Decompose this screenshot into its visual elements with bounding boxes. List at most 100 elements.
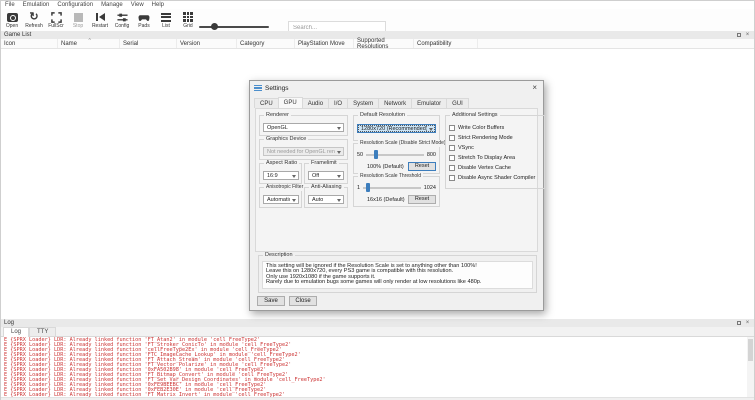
tab-gpu[interactable]: GPU: [278, 97, 303, 108]
tab-emulator[interactable]: Emulator: [411, 98, 447, 108]
close-button[interactable]: Close: [289, 296, 317, 306]
slider-thumb[interactable]: [366, 183, 370, 192]
list-view-button-label: List: [162, 24, 170, 29]
float-panel-icon[interactable]: [735, 32, 742, 38]
settings-dialog-title: Settings: [265, 85, 289, 92]
settings-window-icon: [254, 85, 262, 92]
close-panel-icon[interactable]: ×: [744, 320, 751, 326]
column-header-serial[interactable]: Serial: [120, 39, 177, 48]
open-button-label: Open: [6, 24, 18, 29]
tab-io[interactable]: I/O: [328, 98, 348, 108]
graphics-device-select: Not needed for OpenGL renderer: [263, 147, 344, 156]
checkbox-label: VSync: [458, 145, 474, 151]
menu-item[interactable]: Configuration: [53, 1, 97, 9]
tab-tty[interactable]: TTY: [29, 327, 56, 336]
threshold-max: 1024: [424, 185, 436, 191]
log-output[interactable]: E {SPRX Loader} LDR: Already linked func…: [1, 337, 747, 397]
list-icon: [161, 12, 171, 23]
anti-aliasing-select[interactable]: Auto: [308, 195, 344, 204]
tab-audio[interactable]: Audio: [302, 98, 329, 108]
additional-settings-checkboxes: Write Color Buffers Strict Rendering Mod…: [449, 123, 542, 183]
default-resolution-select[interactable]: 1280x720 (Recommended): [357, 124, 436, 133]
column-header-name[interactable]: ^ Name: [58, 39, 120, 48]
settings-dialog: Settings × CPU GPU Audio I/O System Netw…: [249, 80, 544, 311]
renderer-select[interactable]: OpenGL: [263, 123, 344, 132]
anisotropic-filter-select[interactable]: Automatic: [263, 195, 299, 204]
checkbox-unchecked[interactable]: [449, 125, 455, 131]
description-text: This setting will be ignored if the Reso…: [262, 261, 533, 289]
tab-log[interactable]: Log: [3, 327, 29, 337]
tab-cpu[interactable]: CPU: [254, 98, 279, 108]
list-view-button[interactable]: List: [155, 10, 177, 31]
renderer-group: Renderer OpenGL: [259, 115, 348, 136]
stop-icon: [74, 12, 83, 23]
fullscreen-button[interactable]: FullScr: [45, 10, 67, 31]
refresh-icon: ↻: [29, 12, 38, 23]
menu-item[interactable]: View: [127, 1, 148, 9]
close-icon[interactable]: ×: [530, 84, 539, 92]
checkbox-unchecked[interactable]: [449, 155, 455, 161]
checkbox-unchecked[interactable]: [449, 175, 455, 181]
tab-system[interactable]: System: [347, 98, 379, 108]
column-header-version[interactable]: Version: [177, 39, 237, 48]
checkbox-row[interactable]: Strict Rendering Mode: [449, 133, 542, 143]
column-header-supported-resolutions[interactable]: Supported Resolutions: [354, 39, 414, 48]
refresh-button[interactable]: ↻ Refresh: [23, 10, 45, 31]
resolution-scale-threshold-slider[interactable]: [363, 183, 421, 192]
slider-thumb[interactable]: [374, 150, 378, 159]
checkbox-unchecked[interactable]: [449, 165, 455, 171]
save-button[interactable]: Save: [257, 296, 285, 306]
menu-item[interactable]: Help: [148, 1, 168, 9]
stop-button[interactable]: Stop: [67, 10, 89, 31]
checkbox-unchecked[interactable]: [449, 135, 455, 141]
resolution-scale-reset-button[interactable]: Reset: [408, 162, 436, 171]
description-line: Rarely due to emulation bugs some games …: [266, 280, 529, 285]
checkbox-row[interactable]: Write Color Buffers: [449, 123, 542, 133]
menu-item[interactable]: Manage: [97, 1, 127, 9]
float-panel-icon[interactable]: [735, 320, 742, 326]
log-tab-bar: Log TTY: [1, 327, 754, 337]
column-header-compatibility[interactable]: Compatibility: [414, 39, 478, 48]
open-button[interactable]: Open: [1, 10, 23, 31]
pads-button[interactable]: Pads: [133, 10, 155, 31]
checkbox-row[interactable]: Disable Vertex Cache: [449, 163, 542, 173]
resolution-scale-slider[interactable]: [366, 150, 424, 159]
grid-view-button[interactable]: Grid: [177, 10, 199, 31]
anti-aliasing-group: Anti-Aliasing Auto: [304, 187, 348, 208]
open-icon: [7, 12, 18, 23]
tab-gui[interactable]: GUI: [446, 98, 469, 108]
column-header-category[interactable]: Category: [237, 39, 295, 48]
restart-button[interactable]: Restart: [89, 10, 111, 31]
scrollbar-thumb[interactable]: [748, 339, 753, 361]
aspect-ratio-select[interactable]: 16:9: [263, 171, 299, 180]
framelimit-select[interactable]: Off: [308, 171, 344, 180]
checkbox-unchecked[interactable]: [449, 145, 455, 151]
gamepad-icon: [138, 12, 150, 23]
log-scrollbar[interactable]: [747, 337, 754, 397]
checkbox-row[interactable]: Disable Async Shader Compiler: [449, 173, 542, 183]
menu-item[interactable]: Emulation: [19, 1, 54, 9]
game-list-column-headers: Icon ^ Name Serial Version Category Play…: [1, 39, 754, 49]
restart-button-label: Restart: [92, 24, 108, 29]
checkbox-label: Strict Rendering Mode: [458, 135, 513, 141]
config-button[interactable]: Config: [111, 10, 133, 31]
log-dock-header: Log ×: [1, 319, 754, 327]
tab-network[interactable]: Network: [378, 98, 412, 108]
settings-dialog-titlebar[interactable]: Settings ×: [250, 81, 543, 95]
chevron-down-icon: [337, 151, 341, 154]
threshold-value: 16x16 (Default): [367, 197, 405, 203]
icon-size-slider[interactable]: [199, 22, 269, 31]
threshold-reset-button[interactable]: Reset: [408, 195, 436, 204]
graphics-device-group: Graphics Device Not needed for OpenGL re…: [259, 139, 348, 160]
column-header-playstation-move[interactable]: PlayStation Move: [295, 39, 354, 48]
checkbox-label: Stretch To Display Area: [458, 155, 515, 161]
close-panel-icon[interactable]: ×: [744, 32, 751, 38]
checkbox-row[interactable]: VSync: [449, 143, 542, 153]
anisotropic-filter-group: Anisotropic Filter Automatic: [259, 187, 302, 208]
checkbox-row[interactable]: Stretch To Display Area: [449, 153, 542, 163]
slider-thumb[interactable]: [211, 23, 218, 30]
column-header-icon[interactable]: Icon: [1, 39, 58, 48]
menu-item[interactable]: File: [1, 1, 19, 9]
slider-track: [199, 26, 269, 28]
threshold-min: 1: [357, 185, 360, 191]
